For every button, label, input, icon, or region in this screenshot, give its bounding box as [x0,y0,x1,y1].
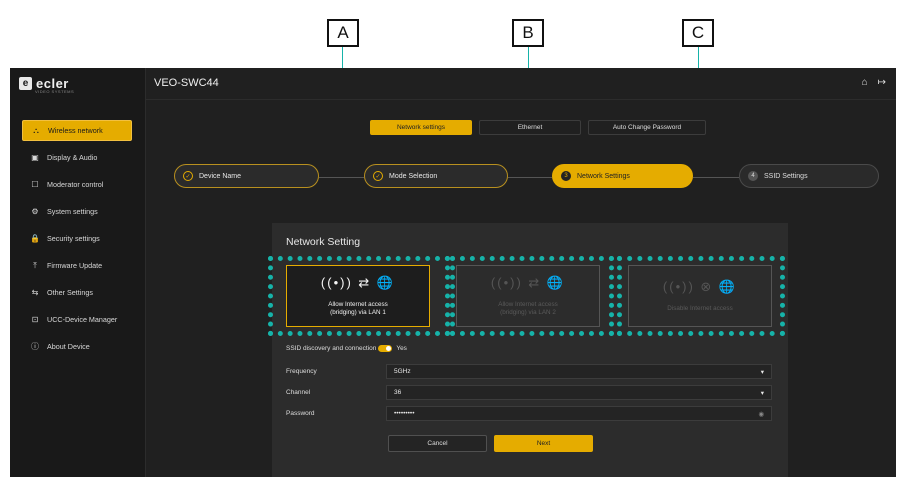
sidebar-item-wireless-network[interactable]: ⛬ Wireless network [22,120,132,141]
step-number-badge: 3 [561,171,571,181]
moderator-icon: ☐ [31,180,39,189]
network-icon: ⛬ [33,125,39,135]
step-number-badge: 4 [748,171,758,181]
highlight-box-b [450,256,614,336]
ssid-discovery-label: SSID discovery and connection [286,345,377,352]
logo-mark-icon: e [19,77,32,90]
panel-title: Network Setting [286,236,361,248]
sidebar-item-label: Moderator control [47,180,104,189]
callout-b: B [512,19,544,47]
sidebar-item-about-device[interactable]: ⓘ About Device [22,336,132,357]
sliders-icon: ⇆ [31,288,39,297]
network-setting-panel: Network Setting ((•)) ⇄ 🌐 Allow Internet… [268,223,788,477]
frequency-row: Frequency 5GHz ▾ [286,364,772,379]
step-ssid-settings[interactable]: 4 SSID Settings [739,164,879,188]
info-icon: ⓘ [31,342,39,351]
callout-a: A [327,19,359,47]
sidebar-item-system-settings[interactable]: ⚙ System settings [22,201,132,222]
upload-icon: ⤒ [33,260,37,270]
next-button[interactable]: Next [494,435,593,452]
callout-c-letter: C [691,23,705,42]
highlight-box-c [617,256,785,336]
header-bar: VEO-SWC44 ⌂ ↦ [146,68,896,100]
sidebar-item-label: Firmware Update [47,261,103,270]
ssid-discovery-row: SSID discovery and connection Yes [286,345,407,352]
gear-icon: ⚙ [31,207,39,216]
logout-icon[interactable]: ↦ [878,77,886,88]
display-icon: ▣ [31,153,39,162]
sidebar-item-display-audio[interactable]: ▣ Display & Audio [22,147,132,168]
password-field[interactable]: ••••••••• ◉ [386,406,772,421]
step-device-name[interactable]: ✓ Device Name [174,164,319,188]
stepper-connector-1 [319,177,364,178]
step-mode-selection[interactable]: ✓ Mode Selection [364,164,508,188]
callout-b-letter: B [522,23,534,42]
cancel-button[interactable]: Cancel [388,435,487,452]
sidebar-item-label: Wireless network [48,126,103,135]
channel-value: 36 [394,389,402,396]
password-value: ••••••••• [394,410,415,417]
sidebar-item-label: System settings [47,207,98,216]
sidebar-item-label: Other Settings [47,288,93,297]
check-circle-icon: ✓ [373,171,383,181]
sidebar-item-label: Security settings [47,234,100,243]
frequency-label: Frequency [286,368,317,375]
chevron-down-icon: ▾ [760,368,764,376]
logo-subtitle: VIDEO SYSTEMS [35,89,75,94]
sidebar-nav: ⛬ Wireless network ▣ Display & Audio ☐ M… [22,120,132,363]
step-label: Mode Selection [389,172,438,180]
sidebar-item-label: About Device [47,342,90,351]
step-label: Network Settings [577,172,630,180]
highlight-box-a [268,256,450,336]
stepper-connector-3 [693,177,739,178]
password-label: Password [286,410,315,417]
ssid-discovery-toggle[interactable] [378,345,393,352]
callout-a-letter: A [337,23,349,42]
step-label: SSID Settings [764,172,808,180]
sidebar-item-security-settings[interactable]: 🔒 Security settings [22,228,132,249]
app-window: e ecler VIDEO SYSTEMS ⛬ Wireless network… [10,68,896,477]
check-circle-icon: ✓ [183,171,193,181]
channel-select[interactable]: 36 ▾ [386,385,772,400]
sidebar-item-other-settings[interactable]: ⇆ Other Settings [22,282,132,303]
settings-tabs: Network settings Ethernet Auto Change Pa… [370,120,706,135]
channel-row: Channel 36 ▾ [286,385,772,400]
tab-auto-change-password[interactable]: Auto Change Password [588,120,706,135]
sidebar-item-label: UCC-Device Manager [47,315,118,324]
step-network-settings[interactable]: 3 Network Settings [552,164,693,188]
chevron-down-icon: ▾ [760,389,764,397]
ssid-discovery-value: Yes [396,345,407,352]
stepper-connector-2 [508,177,552,178]
eye-icon[interactable]: ◉ [758,410,764,418]
page-title: VEO-SWC44 [154,77,219,89]
tab-network-settings[interactable]: Network settings [370,120,472,135]
header-actions: ⌂ ↦ [862,77,886,88]
sidebar-item-label: Display & Audio [47,153,98,162]
frequency-select[interactable]: 5GHz ▾ [386,364,772,379]
password-row: Password ••••••••• ◉ [286,406,772,421]
frequency-value: 5GHz [394,368,411,375]
home-icon[interactable]: ⌂ [862,77,868,88]
step-label: Device Name [199,172,242,180]
device-manager-icon: ⊡ [31,315,39,324]
callout-c: C [682,19,714,47]
sidebar-item-ucc-device-manager[interactable]: ⊡ UCC-Device Manager [22,309,132,330]
lock-icon: 🔒 [30,234,40,243]
sidebar: e ecler VIDEO SYSTEMS ⛬ Wireless network… [10,68,146,477]
sidebar-item-firmware-update[interactable]: ⤒ Firmware Update [22,255,132,276]
tab-ethernet[interactable]: Ethernet [479,120,581,135]
sidebar-item-moderator-control[interactable]: ☐ Moderator control [22,174,132,195]
channel-label: Channel [286,389,311,396]
